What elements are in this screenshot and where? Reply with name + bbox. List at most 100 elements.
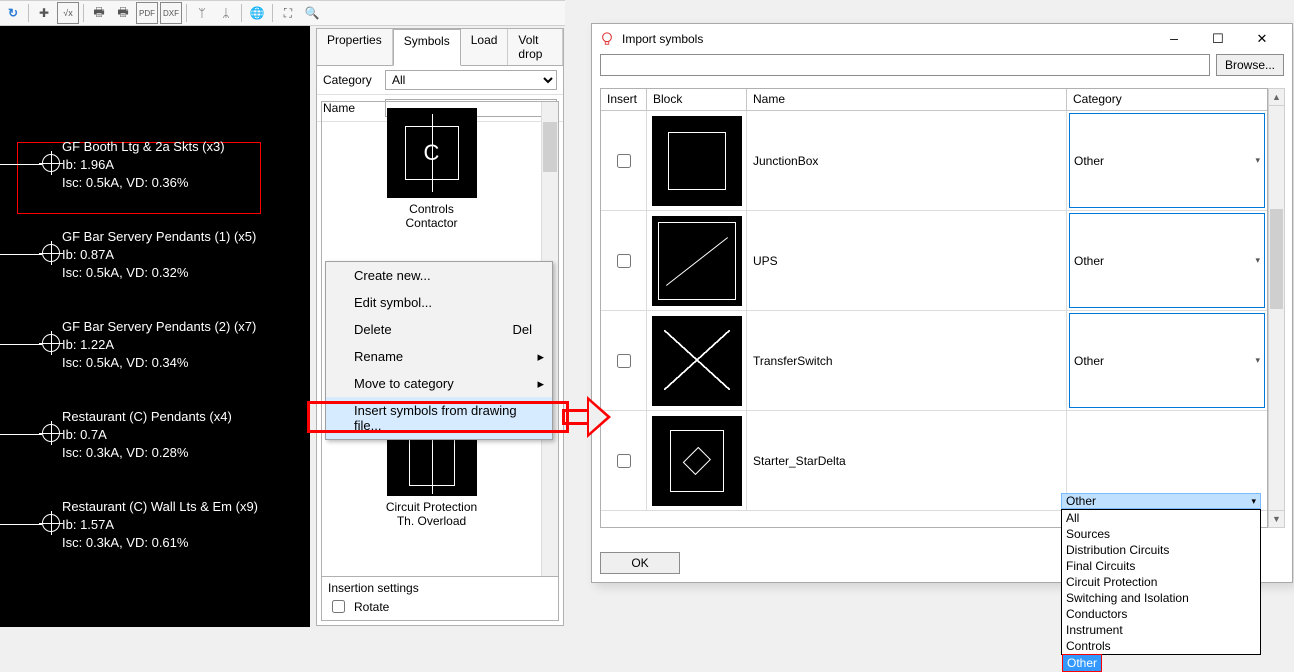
dropdown-option[interactable]: Switching and Isolation bbox=[1062, 590, 1260, 606]
symbol-caption: Controls bbox=[322, 202, 541, 216]
maximize-button[interactable]: ☐ bbox=[1196, 25, 1240, 53]
dxf-icon[interactable]: DXF bbox=[160, 2, 182, 24]
block-thumb bbox=[652, 416, 742, 506]
circuit-text: Restaurant (C) Pendants (x4) Ib: 0.7A Is… bbox=[62, 408, 232, 462]
col-name[interactable]: Name bbox=[747, 89, 1067, 110]
browse-button[interactable]: Browse... bbox=[1216, 54, 1284, 76]
dropdown-value: Other bbox=[1066, 494, 1096, 508]
fit-icon[interactable]: ⛶ bbox=[277, 2, 299, 24]
category-dropdown[interactable]: Other▾ bbox=[1069, 313, 1265, 408]
tab-voltdrop[interactable]: Volt drop bbox=[508, 29, 563, 65]
cell-name: Starter_StarDelta bbox=[747, 411, 1067, 510]
wire bbox=[0, 164, 42, 165]
cell-block bbox=[647, 411, 747, 510]
symbols-grid: Insert Block Name Category JunctionBox O… bbox=[600, 88, 1268, 528]
wire bbox=[0, 344, 42, 345]
chevron-down-icon: ▾ bbox=[1255, 355, 1260, 366]
filter-category-row: Category All bbox=[317, 66, 563, 95]
table-row: TransferSwitch Other▾ bbox=[601, 311, 1267, 411]
cell-category: Other▾ bbox=[1067, 211, 1267, 310]
grid-header: Insert Block Name Category bbox=[601, 89, 1267, 111]
insert-checkbox[interactable] bbox=[617, 454, 631, 468]
ok-button[interactable]: OK bbox=[600, 552, 680, 574]
block-thumb bbox=[652, 316, 742, 406]
dialog-titlebar: Import symbols — ☐ ✕ bbox=[592, 24, 1292, 54]
toolbar-sep bbox=[186, 4, 187, 22]
menu-item[interactable]: Move to category▸ bbox=[326, 370, 552, 397]
scroll-thumb[interactable] bbox=[543, 122, 557, 172]
scroll-up-icon[interactable]: ▲ bbox=[1269, 89, 1284, 106]
circuit-symbol bbox=[42, 514, 60, 532]
col-category[interactable]: Category bbox=[1067, 89, 1267, 110]
tree-icon[interactable]: ᛘ bbox=[191, 2, 213, 24]
menu-item[interactable]: Create new... bbox=[326, 262, 552, 289]
circuit-line3: Isc: 0.5kA, VD: 0.36% bbox=[62, 174, 225, 192]
toolbar-sep bbox=[241, 4, 242, 22]
tool-icon[interactable]: ✚ bbox=[33, 2, 55, 24]
minimize-button[interactable]: — bbox=[1152, 25, 1196, 53]
dialog-title: Import symbols bbox=[622, 32, 703, 46]
circuit-line3: Isc: 0.5kA, VD: 0.32% bbox=[62, 264, 256, 282]
circuit-line1: GF Booth Ltg & 2a Skts (x3) bbox=[62, 138, 225, 156]
dropdown-option[interactable]: Controls bbox=[1062, 638, 1260, 654]
cell-block bbox=[647, 311, 747, 410]
col-block[interactable]: Block bbox=[647, 89, 747, 110]
table-row: JunctionBox Other▾ bbox=[601, 111, 1267, 211]
category-dropdown-selected[interactable]: Other ▾ bbox=[1061, 493, 1261, 509]
insert-checkbox[interactable] bbox=[617, 254, 631, 268]
menu-item[interactable]: Rename▸ bbox=[326, 343, 552, 370]
circuit-line2: Ib: 1.57A bbox=[62, 516, 258, 534]
category-dropdown[interactable]: Other▾ bbox=[1069, 213, 1265, 308]
dropdown-option[interactable]: Instrument bbox=[1062, 622, 1260, 638]
rotate-option[interactable]: Rotate bbox=[328, 597, 552, 616]
wire bbox=[0, 524, 42, 525]
col-insert[interactable]: Insert bbox=[601, 89, 647, 110]
menu-item[interactable]: Edit symbol... bbox=[326, 289, 552, 316]
rotate-checkbox[interactable] bbox=[332, 600, 345, 613]
category-dropdown[interactable]: Other▾ bbox=[1069, 113, 1265, 208]
drawing-canvas[interactable]: GF Booth Ltg & 2a Skts (x3) Ib: 1.96A Is… bbox=[0, 26, 310, 627]
category-select[interactable]: All bbox=[385, 70, 557, 90]
zoom-icon[interactable]: 🔍 bbox=[301, 2, 323, 24]
wire bbox=[0, 254, 42, 255]
category-dropdown-list[interactable]: AllSourcesDistribution CircuitsFinal Cir… bbox=[1061, 509, 1261, 655]
pdf-icon[interactable]: PDF bbox=[136, 2, 158, 24]
dropdown-option[interactable]: Circuit Protection bbox=[1062, 574, 1260, 590]
circuit-line3: Isc: 0.5kA, VD: 0.34% bbox=[62, 354, 256, 372]
dropdown-option[interactable]: Final Circuits bbox=[1062, 558, 1260, 574]
tool-icon[interactable]: √x bbox=[57, 2, 79, 24]
refresh-icon[interactable]: ↻ bbox=[2, 2, 24, 24]
menu-item[interactable]: Insert symbols from drawing file... bbox=[326, 397, 552, 439]
menu-item[interactable]: DeleteDel bbox=[326, 316, 552, 343]
tab-symbols[interactable]: Symbols bbox=[393, 29, 461, 66]
dropdown-option[interactable]: Distribution Circuits bbox=[1062, 542, 1260, 558]
insert-checkbox[interactable] bbox=[617, 354, 631, 368]
symbol-tile[interactable]: Controls Contactor bbox=[322, 108, 541, 230]
circuit-text: GF Bar Servery Pendants (2) (x7) Ib: 1.2… bbox=[62, 318, 256, 372]
symbol-caption: Th. Overload bbox=[322, 514, 541, 528]
table-row: UPS Other▾ bbox=[601, 211, 1267, 311]
tab-load[interactable]: Load bbox=[461, 29, 509, 65]
circuit-line2: Ib: 1.96A bbox=[62, 156, 225, 174]
dropdown-option[interactable]: Sources bbox=[1062, 526, 1260, 542]
circuit-symbol bbox=[42, 154, 60, 172]
scroll-down-icon[interactable]: ▼ bbox=[1269, 510, 1284, 527]
print-icon[interactable]: 🖶 bbox=[88, 2, 110, 24]
category-label: Category bbox=[323, 73, 379, 87]
context-menu: Create new...Edit symbol...DeleteDelRena… bbox=[325, 261, 553, 440]
symbol-caption: Contactor bbox=[322, 216, 541, 230]
close-button[interactable]: ✕ bbox=[1240, 25, 1284, 53]
circuit-text: GF Bar Servery Pendants (1) (x5) Ib: 0.8… bbox=[62, 228, 256, 282]
dropdown-option[interactable]: Other bbox=[1062, 654, 1102, 672]
scroll-thumb[interactable] bbox=[1270, 209, 1283, 309]
print-preview-icon[interactable]: 🖶 bbox=[112, 2, 134, 24]
globe-icon[interactable]: 🌐 bbox=[246, 2, 268, 24]
tab-properties[interactable]: Properties bbox=[317, 29, 393, 65]
hierarchy-icon[interactable]: ᛦ bbox=[215, 2, 237, 24]
dropdown-option[interactable]: Conductors bbox=[1062, 606, 1260, 622]
dropdown-option[interactable]: All bbox=[1062, 510, 1260, 526]
scrollbar[interactable]: ▲ ▼ bbox=[1268, 88, 1285, 528]
insert-checkbox[interactable] bbox=[617, 154, 631, 168]
file-path-input[interactable] bbox=[600, 54, 1210, 76]
dialog-footer: OK bbox=[600, 552, 680, 574]
